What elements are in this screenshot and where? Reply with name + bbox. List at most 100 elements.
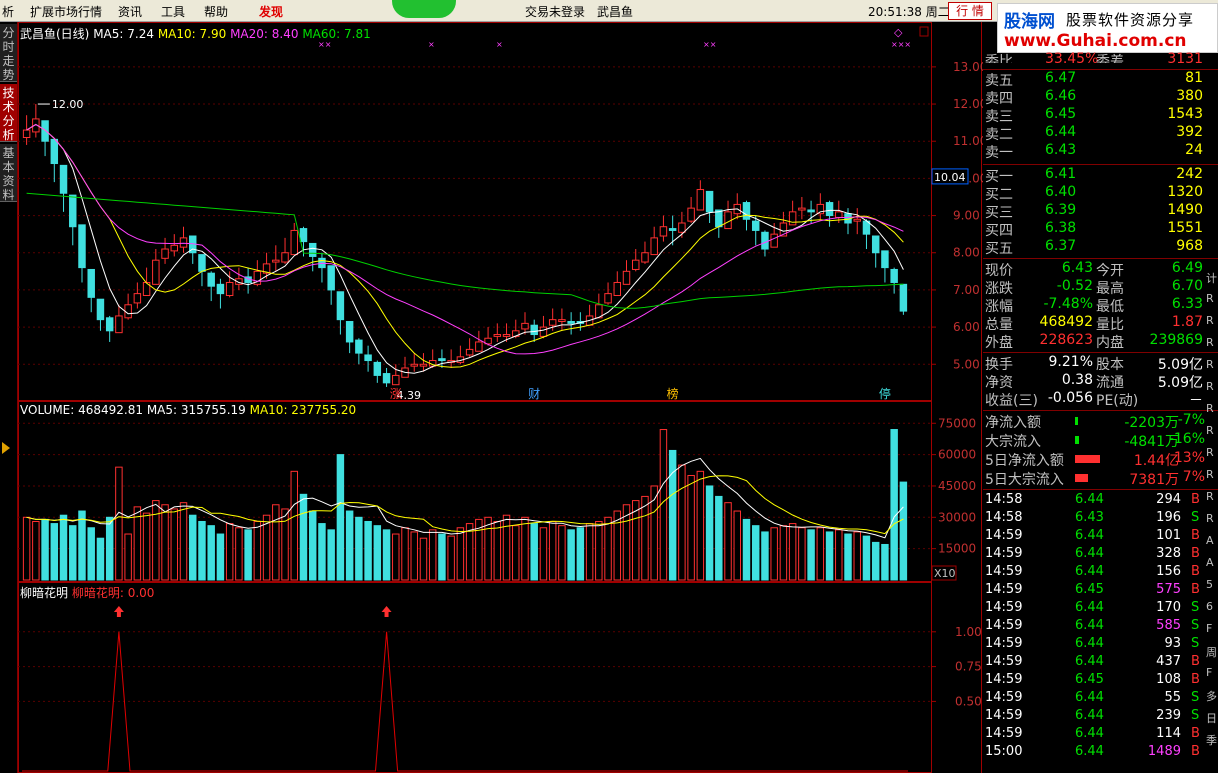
order-ratio-label: 委比 [985, 54, 1013, 63]
ask-row: 卖三 6.45 1543 [983, 106, 1205, 125]
candle-body [502, 334, 511, 337]
bid-row: 买二 6.40 1320 [983, 184, 1205, 203]
right-strip-item[interactable]: A [1206, 556, 1218, 578]
tick-side: B [1191, 726, 1200, 741]
menu-item-discover[interactable]: 发现 [259, 3, 283, 20]
price-tick-label: 11.00 [953, 134, 983, 148]
ask-volume: 1543 [1167, 106, 1203, 122]
bid-price: 6.40 [1045, 184, 1077, 200]
diamond-icon: ◇ [894, 26, 903, 39]
volume-bar [336, 454, 345, 581]
candle-body [613, 281, 622, 296]
chart-svg[interactable]: 13.0012.0011.0010.009.008.007.006.005.00… [18, 22, 987, 773]
volume-title: VOLUME: 468492.81 [20, 403, 143, 417]
expand-arrow-icon[interactable] [2, 442, 10, 454]
volume-bar [724, 502, 732, 581]
stat-value: 6.43 [1061, 260, 1093, 276]
right-strip-item[interactable]: R [1206, 336, 1218, 358]
tick-row: 14:59 6.45 575 B [983, 582, 1205, 600]
right-strip-item[interactable]: 5 [1206, 578, 1218, 600]
bid-row: 买三 6.39 1490 [983, 202, 1205, 221]
tick-side: B [1191, 528, 1200, 543]
volume-bar [115, 466, 123, 581]
tab-technical-analysis[interactable]: 技术分析 [0, 84, 17, 142]
right-strip-item[interactable]: R [1206, 446, 1218, 468]
candle-body [96, 298, 105, 321]
candle-body [225, 281, 234, 296]
right-strip-item[interactable]: 日 [1206, 710, 1218, 732]
candle-body [742, 202, 751, 220]
trade-login-status[interactable]: 交易未登录 [525, 3, 585, 20]
tab-fundamentals[interactable]: 基本资料 [0, 144, 17, 202]
candle-body [438, 358, 446, 362]
right-strip-item[interactable]: R [1206, 424, 1218, 446]
right-strip-item[interactable]: R [1206, 380, 1218, 402]
bid-label: 买二 [985, 187, 1013, 203]
right-strip-item[interactable]: F [1206, 622, 1218, 644]
volume-tick-label: 75000 [938, 416, 976, 430]
tick-price: 6.44 [1075, 528, 1104, 543]
bid-volume: 1320 [1167, 184, 1203, 200]
ask-volume: 24 [1185, 142, 1203, 158]
tick-volume: 170 [1156, 600, 1181, 615]
tick-volume: 585 [1156, 618, 1181, 633]
tick-time: 14:59 [985, 618, 1023, 633]
right-strip-item[interactable]: R [1206, 490, 1218, 512]
volume-bar [742, 518, 751, 581]
stat2-value: 0.38 [1061, 372, 1093, 388]
tick-side: B [1191, 492, 1200, 507]
right-strip-item[interactable]: R [1206, 292, 1218, 314]
candle-body [170, 244, 179, 252]
price-tick-label: 5.00 [953, 357, 980, 371]
menu-item-news[interactable]: 资讯 [118, 3, 142, 20]
ask-label: 卖三 [985, 109, 1013, 125]
right-strip-item[interactable]: R [1206, 402, 1218, 424]
right-strip-item[interactable]: 6 [1206, 600, 1218, 622]
volume-bar [816, 527, 825, 581]
menu-item-help[interactable]: 帮助 [204, 3, 228, 20]
candle-body [179, 237, 188, 248]
tick-row: 14:59 6.44 239 S [983, 708, 1205, 726]
signal-marker: ×× [703, 40, 716, 49]
tick-side: S [1191, 510, 1200, 525]
stat2-label: 净资 [985, 375, 1013, 391]
right-strip-item[interactable]: 季 [1206, 732, 1218, 754]
price-panel-title: 武昌鱼(日线) MA5: 7.24 MA10: 7.90 MA20: 8.40 … [20, 25, 371, 42]
flow-row: 净流入额 -2203万 -7% [983, 412, 1205, 431]
candle-body [410, 363, 418, 367]
signal-marker: × [496, 40, 503, 49]
right-strip-item[interactable]: R [1206, 512, 1218, 534]
tick-volume: 93 [1164, 636, 1181, 651]
volume-bar [428, 529, 437, 581]
candle-body [373, 361, 382, 376]
right-strip-item[interactable]: A [1206, 534, 1218, 556]
right-strip-item[interactable]: 计 [1206, 270, 1218, 292]
right-strip-item[interactable]: F [1206, 666, 1218, 688]
tick-volume: 328 [1156, 546, 1181, 561]
volume-tick-label: 60000 [938, 448, 976, 462]
green-round-button[interactable] [392, 0, 456, 18]
ma20-line [26, 123, 904, 355]
ma10-label: MA10: 7.90 [157, 27, 227, 41]
right-strip-item[interactable]: 周 [1206, 644, 1218, 666]
right-strip-item[interactable]: R [1206, 468, 1218, 490]
candle-body [641, 252, 649, 263]
right-strip-item[interactable]: R [1206, 314, 1218, 336]
quote-tab[interactable]: 行 情 [948, 2, 992, 20]
right-strip-item[interactable]: R [1206, 358, 1218, 380]
volume-bar [751, 525, 760, 581]
right-strip-item[interactable]: 多 [1206, 688, 1218, 710]
tick-row: 14:58 6.44 294 B [983, 492, 1205, 510]
menu-item-tools[interactable]: 工具 [161, 3, 185, 20]
menu-item-analysis[interactable]: 析 [2, 3, 14, 20]
tick-row: 14:59 6.44 328 B [983, 546, 1205, 564]
candle-body [299, 228, 308, 243]
menu-item-extended-market[interactable]: 扩展市场行情 [30, 3, 102, 20]
tab-intraday[interactable]: 分时走势 [0, 24, 17, 82]
volume-panel-title: VOLUME: 468492.81 MA5: 315755.19 MA10: 2… [20, 403, 356, 417]
bid-row: 买四 6.38 1551 [983, 220, 1205, 239]
volume-bar [512, 525, 520, 581]
volume-bar [696, 470, 705, 581]
indicator-tick-label: 0.75 [955, 660, 982, 674]
tick-side: B [1191, 582, 1200, 597]
